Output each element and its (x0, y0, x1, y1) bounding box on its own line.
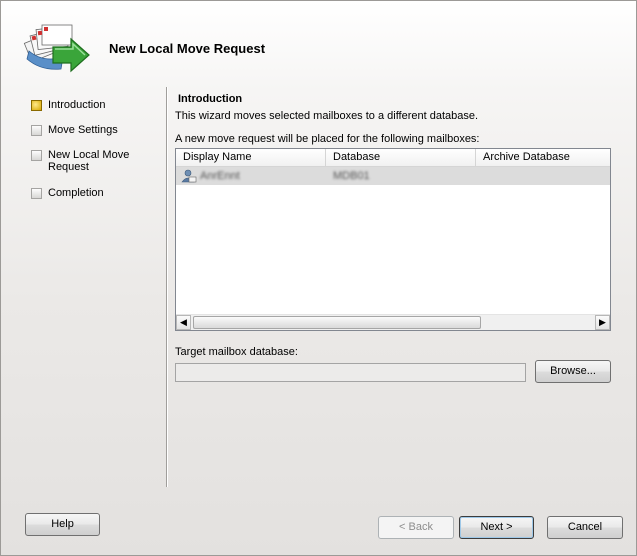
step-label: Move Settings (48, 124, 118, 136)
horizontal-scrollbar[interactable]: ◀ ▶ (176, 314, 610, 330)
next-button[interactable]: Next > (459, 516, 534, 539)
mailbox-user-icon (181, 169, 197, 183)
mailboxes-note: A new move request will be placed for th… (175, 133, 480, 145)
column-archive-database[interactable]: Archive Database (476, 149, 610, 166)
list-header: Display Name Database Archive Database (176, 149, 610, 167)
step-label: Completion (48, 187, 104, 199)
step-active-indicator (31, 100, 42, 111)
target-database-label: Target mailbox database: (175, 346, 298, 358)
scrollbar-thumb[interactable] (193, 316, 481, 329)
help-button[interactable]: Help (25, 513, 100, 536)
step-move-settings: Move Settings (31, 124, 148, 136)
section-description: This wizard moves selected mailboxes to … (175, 110, 479, 122)
back-button[interactable]: < Back (378, 516, 454, 539)
cell-display-name: AnrEnnt (200, 170, 240, 182)
wizard-window: New Local Move Request Introduction Move… (0, 0, 637, 556)
mail-move-icon (23, 24, 90, 73)
wizard-title: New Local Move Request (109, 41, 266, 56)
mailbox-list[interactable]: Display Name Database Archive Database A… (175, 148, 611, 331)
browse-button[interactable]: Browse... (535, 360, 611, 383)
step-indicator (31, 188, 42, 199)
scroll-right-button[interactable]: ▶ (595, 315, 610, 330)
section-heading: Introduction (178, 93, 243, 105)
cell-database: MDB01 (333, 170, 370, 182)
step-label: Introduction (48, 99, 106, 111)
table-row[interactable]: AnrEnnt MDB01 (176, 167, 610, 185)
step-indicator (31, 150, 42, 161)
target-database-field[interactable] (175, 363, 526, 382)
sidebar-divider (166, 87, 168, 487)
step-label: New Local Move Request (48, 149, 130, 173)
column-database[interactable]: Database (326, 149, 476, 166)
column-display-name[interactable]: Display Name (176, 149, 326, 166)
cancel-button[interactable]: Cancel (547, 516, 623, 539)
step-new-local-move-request: New Local Move Request (31, 149, 143, 173)
step-completion: Completion (31, 187, 148, 199)
scroll-left-button[interactable]: ◀ (176, 315, 191, 330)
step-introduction: Introduction (31, 99, 148, 111)
step-indicator (31, 125, 42, 136)
